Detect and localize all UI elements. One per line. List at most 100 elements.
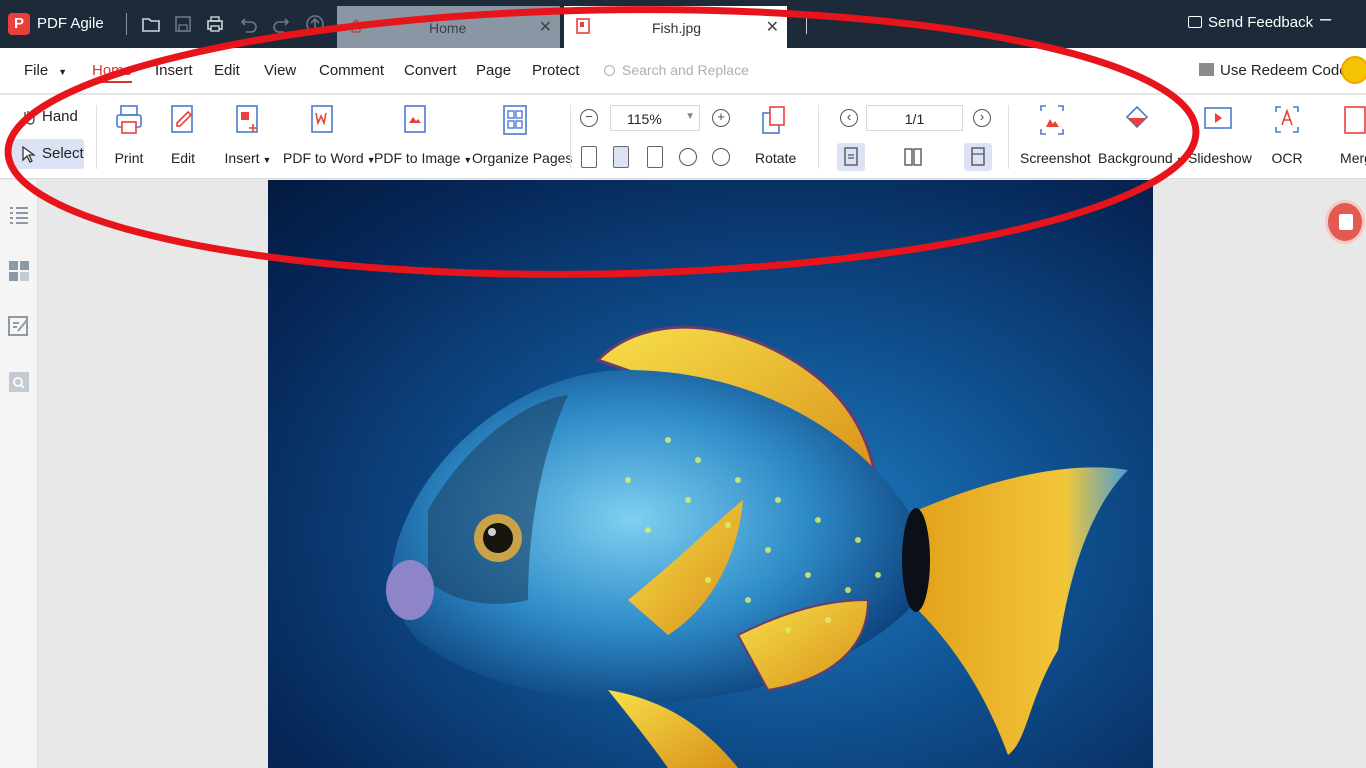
menu-page[interactable]: Page [476,62,511,79]
single-page-view-button[interactable] [837,143,865,171]
double-page-icon [904,148,922,166]
title-bar: P PDF Agile Home ✕ Fish.jpg ✕ Send Feedb… [0,0,1366,48]
fish-image [386,325,1128,768]
organize-pages-label: Organize Pages [472,150,573,166]
menu-insert[interactable]: Insert [155,62,193,79]
merge-icon [1344,106,1366,134]
annotations-icon[interactable] [8,315,30,337]
caret-down-icon: ▼ [262,155,272,165]
pdf-image-icon [404,105,426,133]
background-text: Background [1098,150,1173,166]
rotate-right-icon[interactable] [712,148,730,166]
thumbnails-icon[interactable] [8,260,30,282]
edit-button[interactable]: Edit [168,103,198,166]
upload-icon[interactable] [304,13,326,35]
insert-button[interactable]: Insert ▼ [222,103,274,166]
select-label: Select [42,145,84,162]
redeem-code-button[interactable]: Use Redeem Code [1199,62,1348,79]
menu-bar: File ▼ Home Insert Edit View Comment Conv… [0,48,1366,94]
fit-width-icon[interactable] [647,146,663,168]
left-sidebar [0,180,38,768]
fit-page-icon[interactable] [613,146,629,168]
menu-home[interactable]: Home [92,62,132,79]
previous-page-icon[interactable]: ‹ [840,109,858,127]
undo-icon[interactable] [238,13,260,35]
tab-fish[interactable]: Fish.jpg ✕ [564,6,787,48]
print-icon[interactable] [204,13,226,35]
print-button[interactable]: Print [112,103,146,166]
cursor-icon [22,145,36,163]
hand-tool-button[interactable]: Hand [12,102,84,132]
rotate-icon [762,106,785,134]
continuous-page-icon [971,147,985,166]
search-input[interactable]: Search and Replace [604,62,749,78]
zoom-level-select[interactable]: 115% ▼ [610,105,700,131]
rotate-button[interactable]: Rotate [755,103,796,166]
rotate-left-icon[interactable] [679,148,697,166]
actual-size-icon[interactable] [581,146,597,168]
active-menu-indicator [91,81,132,83]
screenshot-button[interactable]: Screenshot [1020,103,1091,166]
double-page-view-button[interactable] [899,143,927,171]
organize-pages-button[interactable]: Organize Pages [472,103,573,166]
zoom-in-icon[interactable]: + [712,109,730,127]
ocr-button[interactable]: OCR [1270,103,1304,166]
menu-view[interactable]: View [264,62,296,79]
pdf-to-word-label: PDF to Word ▼ [283,150,376,166]
tab-fish-close-icon[interactable]: ✕ [766,17,779,37]
home-tab-icon [349,19,363,33]
pdf-to-word-button[interactable]: PDF to Word ▼ [283,103,376,166]
menu-file[interactable]: File ▼ [24,62,67,79]
outline-icon[interactable] [8,204,30,226]
menu-comment[interactable]: Comment [319,62,384,79]
send-feedback-button[interactable]: Send Feedback [1188,14,1313,31]
ocr-icon [1275,106,1299,133]
tab-fish-label: Fish.jpg [652,20,702,36]
select-tool-button[interactable]: Select [12,139,84,169]
open-folder-icon[interactable] [140,13,162,35]
page-number-input[interactable]: 1/1 [866,105,963,131]
send-feedback-label: Send Feedback [1208,14,1314,31]
minimize-button[interactable]: – [1320,8,1331,31]
background-button[interactable]: Background ▼ [1098,103,1185,166]
edit-icon [171,105,193,133]
avatar[interactable] [1341,56,1366,84]
slideshow-label: Slideshow [1188,150,1252,166]
pdf-to-image-button[interactable]: PDF to Image ▼ [374,103,472,166]
zoom-out-icon[interactable]: − [580,109,598,127]
insert-label: Insert ▼ [222,150,274,166]
hand-label: Hand [42,108,78,125]
next-page-icon[interactable]: › [973,109,991,127]
chevron-down-icon: ▼ [685,111,695,122]
tab-home[interactable]: Home ✕ [337,6,560,48]
toolbar-divider [818,105,819,169]
hand-icon [24,111,35,125]
search-icon [604,65,615,76]
word-doc-icon [1339,214,1353,230]
toolbar-divider [570,105,571,169]
merge-button[interactable]: Merg [1336,103,1366,166]
menu-protect[interactable]: Protect [532,62,580,79]
slideshow-button[interactable]: Slideshow [1188,103,1252,166]
search-panel-icon[interactable] [8,371,30,393]
caret-down-icon: ▼ [1175,155,1185,165]
continuous-view-button[interactable] [964,143,992,171]
insert-label-text: Insert [224,150,260,166]
menu-edit[interactable]: Edit [214,62,240,79]
menu-convert[interactable]: Convert [404,62,457,79]
single-page-icon [844,147,858,166]
tab-home-label: Home [429,20,467,36]
ribbon-toolbar: Hand Select Print Edit Insert ▼ PDF to Wo… [0,95,1366,179]
convert-word-fab[interactable] [1325,200,1365,244]
save-icon[interactable] [172,13,194,35]
pdf-to-word-text: PDF to Word [283,150,364,166]
caret-down-icon: ▼ [463,155,473,165]
screenshot-icon [1040,105,1064,135]
document-page [268,180,1153,768]
pdf-to-image-text: PDF to Image [374,150,461,166]
redo-icon[interactable] [270,13,292,35]
app-logo: P [8,13,30,35]
tab-home-close-icon[interactable]: ✕ [539,17,552,37]
chevron-down-icon: ▼ [58,67,68,77]
slideshow-icon [1204,107,1232,129]
